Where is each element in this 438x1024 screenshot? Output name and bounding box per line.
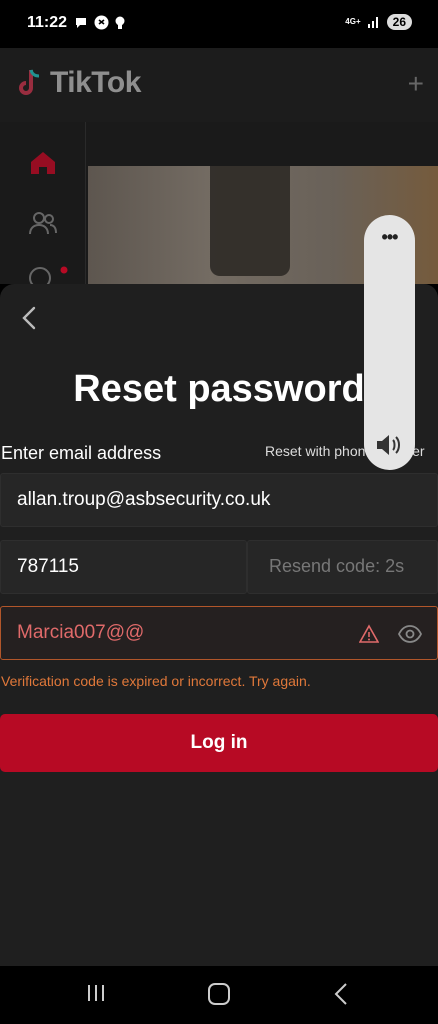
show-password-eye-icon[interactable] — [397, 623, 423, 645]
side-nav — [0, 122, 86, 284]
password-field[interactable]: Marcia007@@ — [0, 606, 438, 660]
status-time: 11:22 — [27, 14, 68, 31]
explore-icon[interactable] — [28, 266, 68, 284]
back-nav-icon[interactable] — [332, 982, 350, 1006]
warning-icon — [359, 624, 379, 643]
error-message: Verification code is expired or incorrec… — [1, 673, 311, 689]
app-logo-text: TikTok — [50, 66, 141, 99]
tiktok-logo-icon — [19, 69, 40, 95]
email-label: Enter email address — [1, 443, 162, 463]
resend-code-button[interactable]: Resend code: 2s — [247, 540, 438, 594]
home-icon[interactable] — [28, 150, 58, 176]
verification-code-value: 787115 — [17, 556, 79, 577]
login-button[interactable]: Log in — [0, 714, 438, 772]
speaker-icon[interactable] — [375, 433, 403, 457]
feed-video-subject — [210, 166, 290, 276]
system-nav-bar — [0, 966, 438, 1024]
battery-indicator: 26 — [386, 14, 412, 30]
verification-code-field[interactable]: 787115 — [0, 540, 247, 594]
app-logo: TikTok — [18, 66, 141, 100]
email-field[interactable]: allan.troup@asbsecurity.co.uk — [0, 473, 438, 527]
shazam-icon — [94, 15, 109, 30]
message-icon — [76, 17, 86, 28]
lightbulb-icon — [115, 16, 125, 29]
volume-panel[interactable]: ••• — [364, 215, 415, 470]
app-header: TikTok + — [0, 48, 438, 122]
recents-icon[interactable] — [86, 983, 106, 1003]
network-type: 4G+ — [345, 17, 361, 26]
notification-icons — [74, 15, 125, 30]
status-bar: 11:22 4G+ 26 — [0, 0, 438, 48]
home-nav-icon[interactable] — [208, 983, 230, 1005]
friends-icon[interactable] — [28, 210, 58, 236]
login-button-label: Log in — [190, 732, 248, 753]
back-arrow-icon[interactable] — [16, 304, 44, 332]
resend-code-label: Resend code: 2s — [269, 556, 405, 576]
email-value: allan.troup@asbsecurity.co.uk — [17, 489, 271, 510]
volume-more-button[interactable]: ••• — [364, 227, 415, 248]
signal-icon — [367, 17, 378, 28]
system-icons: 4G+ 26 — [345, 14, 412, 30]
add-button[interactable]: + — [408, 68, 424, 100]
password-value: Marcia007@@ — [17, 622, 145, 643]
